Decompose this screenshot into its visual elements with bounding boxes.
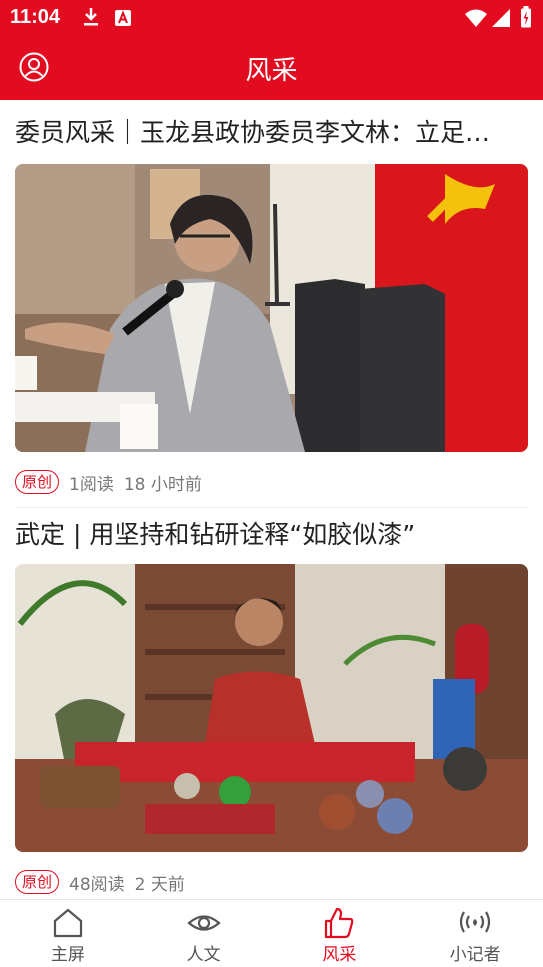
bottom-tab-bar: 主屏 人文 风采 小记者 bbox=[0, 899, 543, 967]
article-feed[interactable]: 委员风采｜玉龙县政协委员李文林：立足… 原创 1阅读 18 小时前 武定 | 用… bbox=[0, 100, 543, 899]
home-icon bbox=[53, 908, 82, 938]
broadcast-icon bbox=[460, 911, 491, 933]
article-meta: 原创 1阅读 18 小时前 bbox=[15, 469, 202, 495]
cellular-signal-icon bbox=[492, 9, 510, 27]
article-image[interactable] bbox=[15, 564, 528, 852]
download-icon bbox=[84, 8, 98, 26]
original-badge: 原创 bbox=[15, 470, 60, 494]
page-title: 风采 bbox=[245, 56, 298, 86]
read-count: 1阅读 bbox=[69, 474, 114, 495]
app-notification-icon bbox=[115, 10, 131, 26]
article-meta: 原创 48阅读 2 天前 bbox=[15, 869, 185, 895]
battery-icon bbox=[521, 6, 531, 28]
article-title[interactable]: 武定 | 用坚持和钻研诠释“如胶似漆” bbox=[15, 518, 528, 552]
time-ago: 18 小时前 bbox=[123, 474, 202, 495]
eye-icon bbox=[186, 915, 221, 931]
tab-fengcai[interactable]: 风采 bbox=[272, 900, 408, 967]
thumbs-up-icon bbox=[325, 907, 354, 939]
read-count: 48阅读 bbox=[69, 874, 125, 895]
status-time: 11:04 bbox=[10, 6, 61, 28]
photo-lacquerware-craftsman bbox=[15, 564, 528, 852]
tab-label: 人文 bbox=[186, 945, 221, 965]
tab-home[interactable]: 主屏 bbox=[0, 900, 136, 967]
tab-label: 风采 bbox=[322, 945, 357, 965]
title-bar: 风采 bbox=[0, 36, 543, 100]
article-image[interactable] bbox=[15, 164, 528, 452]
tab-label: 主屏 bbox=[50, 945, 85, 965]
tab-reporter[interactable]: 小记者 bbox=[407, 900, 543, 967]
article-title[interactable]: 委员风采｜玉龙县政协委员李文林：立足… bbox=[15, 116, 528, 150]
divider bbox=[15, 507, 528, 508]
wifi-icon bbox=[465, 9, 487, 27]
time-ago: 2 天前 bbox=[134, 874, 185, 895]
photo-speaker-with-microphone bbox=[15, 164, 528, 452]
tab-culture[interactable]: 人文 bbox=[136, 900, 272, 967]
original-badge: 原创 bbox=[15, 870, 60, 894]
tab-label: 小记者 bbox=[449, 945, 501, 965]
status-bar: 11:04 bbox=[0, 0, 543, 36]
